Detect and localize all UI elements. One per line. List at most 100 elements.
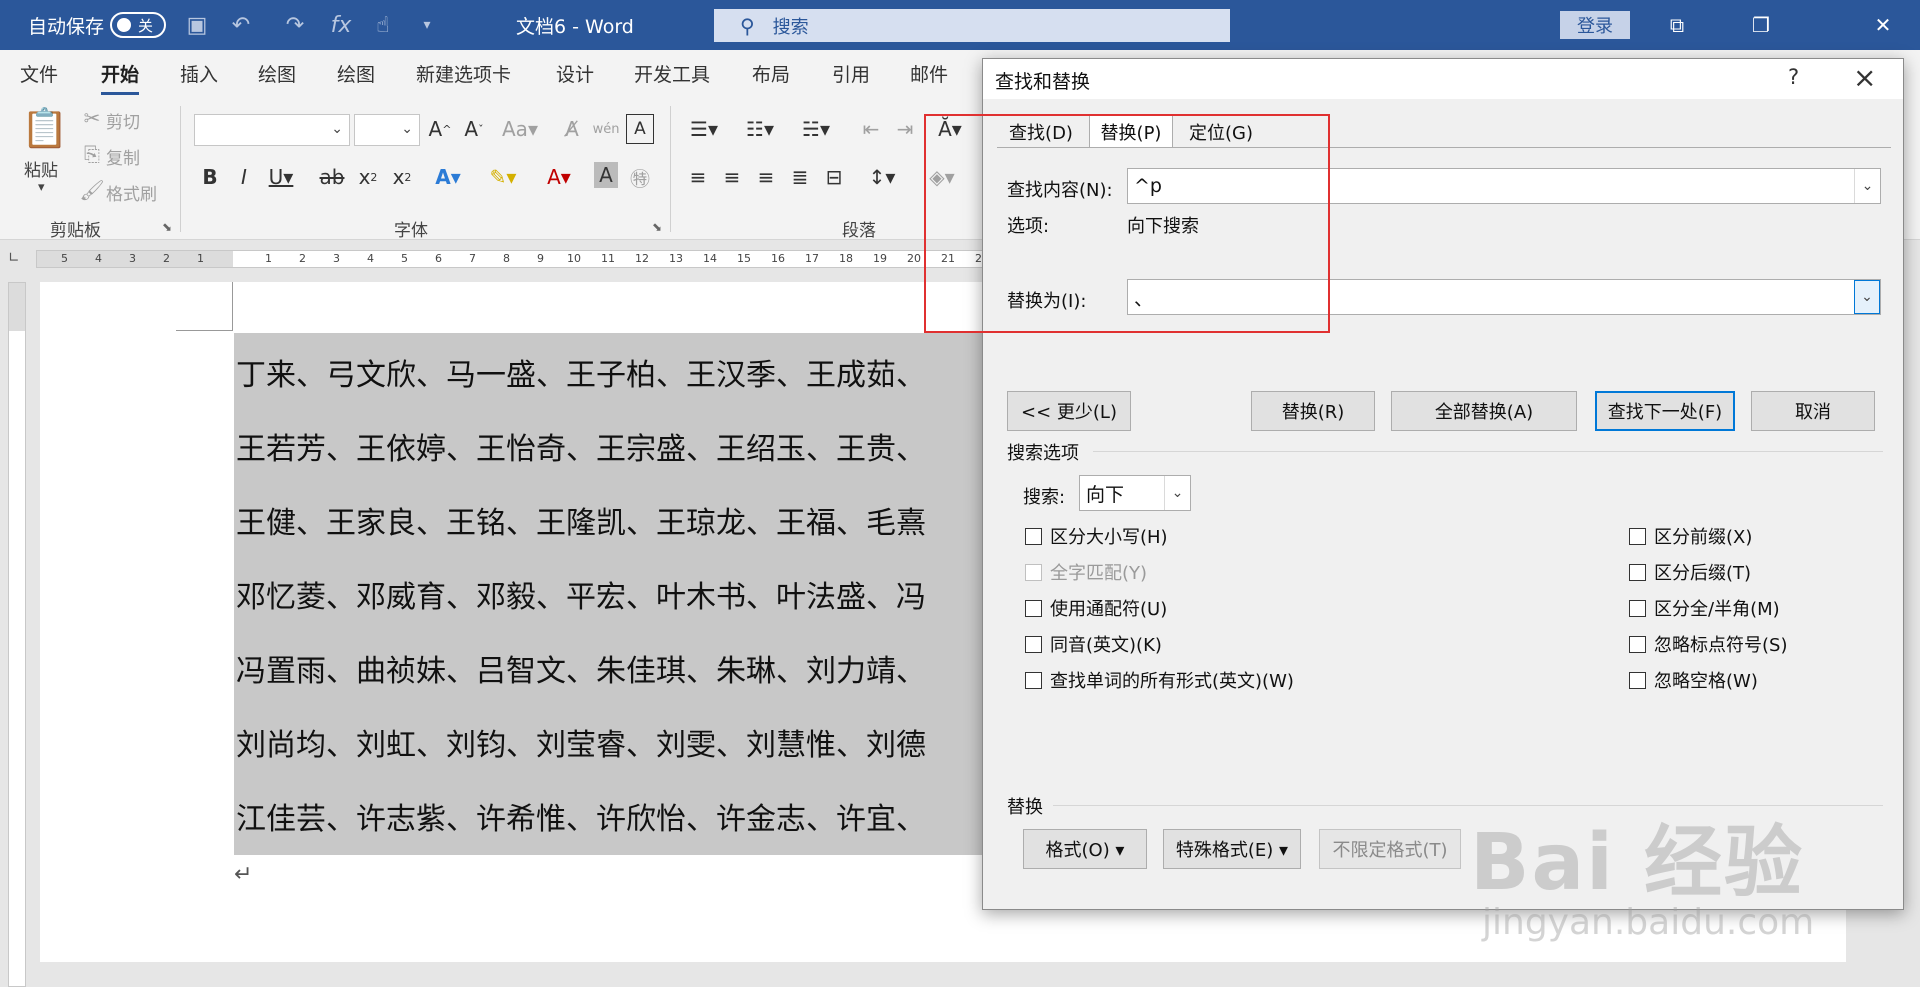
increase-indent-icon[interactable]: ⇥ (890, 114, 920, 144)
phonetic-guide-icon[interactable]: wén (592, 114, 620, 144)
find-next-button[interactable]: 查找下一处(F) (1595, 391, 1735, 431)
distributed-icon[interactable]: ⊟ (820, 162, 848, 192)
vertical-ruler[interactable] (8, 282, 26, 987)
tab-file[interactable]: 文件 (20, 60, 58, 87)
tab-design[interactable]: 设计 (556, 60, 594, 87)
font-size-box[interactable]: ⌄ (354, 114, 420, 146)
search-box[interactable]: ⚲ 搜索 (714, 9, 1230, 42)
login-button[interactable]: 登录 (1560, 11, 1630, 39)
format-painter-label[interactable]: 格式刷 (106, 180, 157, 205)
whole-word-checkbox[interactable]: 全字匹配(Y) (1025, 559, 1147, 585)
italic-icon[interactable]: I (232, 162, 256, 192)
grow-font-icon[interactable]: A ^ (426, 114, 454, 144)
character-shading-icon[interactable]: A (594, 162, 618, 188)
replace-all-button[interactable]: 全部替换(A) (1391, 391, 1577, 431)
tab-home[interactable]: 开始 (101, 60, 140, 95)
ignore-punctuation-checkbox[interactable]: 忽略标点符号(S) (1629, 631, 1787, 657)
autosave-toggle[interactable]: 关 (110, 12, 166, 38)
cancel-button[interactable]: 取消 (1751, 391, 1875, 431)
doc-line[interactable]: 王健、王家良、王铭、王隆凯、王琼龙、王福、毛熹 (236, 498, 992, 542)
tab-draw-2[interactable]: 绘图 (337, 60, 375, 87)
paste-dropdown-icon[interactable]: ▾ (38, 180, 45, 195)
character-border-icon[interactable]: A (626, 114, 654, 144)
doc-line[interactable]: 冯置雨、曲祯妹、吕智文、朱佳琪、朱琳、刘力靖、 (236, 646, 992, 690)
doc-line[interactable]: 刘尚均、刘虹、刘钧、刘莹睿、刘雯、刘慧惟、刘德 (236, 720, 992, 764)
cut-label[interactable]: 剪切 (106, 108, 140, 133)
font-name-box[interactable]: ⌄ (194, 114, 350, 146)
text-effects-icon[interactable]: A▾ (428, 162, 468, 192)
paste-label[interactable]: 粘贴 (24, 156, 58, 181)
match-prefix-checkbox[interactable]: 区分前缀(X) (1629, 523, 1752, 549)
touch-mode-icon[interactable]: ☝ (370, 12, 396, 38)
enclose-characters-icon[interactable]: ㊕ (626, 162, 654, 192)
copy-label[interactable]: 复制 (106, 144, 140, 169)
checkbox-box (1629, 635, 1646, 653)
tab-draw[interactable]: 绘图 (258, 60, 296, 87)
chevron-down-icon[interactable]: ⌄ (1854, 280, 1880, 314)
close-window-icon[interactable]: ✕ (1856, 0, 1910, 50)
tab-new[interactable]: 新建选项卡 (416, 60, 511, 87)
decrease-indent-icon[interactable]: ⇤ (856, 114, 886, 144)
no-formatting-button[interactable]: 不限定格式(T) (1319, 829, 1461, 869)
tab-mailings[interactable]: 邮件 (910, 60, 948, 87)
change-case-icon[interactable]: Aa▾ (500, 114, 540, 144)
clear-formatting-icon[interactable]: A̸ (558, 114, 586, 144)
multilevel-list-icon[interactable]: ☵▾ (794, 114, 838, 144)
chevron-down-icon[interactable]: ⌄ (1164, 476, 1190, 510)
tab-insert[interactable]: 插入 (180, 60, 218, 87)
line-spacing-icon[interactable]: ↕▾ (860, 162, 904, 192)
justify-icon[interactable]: ≣ (786, 162, 814, 192)
shrink-font-icon[interactable]: Aˇ (460, 114, 488, 144)
copy-icon[interactable]: ⎘ (80, 142, 104, 166)
wildcards-checkbox[interactable]: 使用通配符(U) (1025, 595, 1167, 621)
bold-icon[interactable]: B (198, 162, 222, 192)
special-button[interactable]: 特殊格式(E) ▾ (1163, 829, 1301, 869)
tab-layout[interactable]: 布局 (752, 60, 790, 87)
save-icon[interactable]: ▣ (184, 12, 210, 38)
underline-icon[interactable]: U▾ (264, 162, 298, 192)
doc-line[interactable]: 王若芳、王依婷、王怡奇、王宗盛、王绍玉、王贵、 (236, 424, 992, 468)
clipboard-launcher-icon[interactable]: ⬊ (162, 220, 172, 234)
font-launcher-icon[interactable]: ⬊ (652, 220, 662, 234)
ignore-whitespace-checkbox[interactable]: 忽略空格(W) (1629, 667, 1758, 693)
customize-qat-icon[interactable]: ▾ (414, 12, 440, 38)
format-button[interactable]: 格式(O) ▾ (1023, 829, 1147, 869)
sounds-like-checkbox[interactable]: 同音(英文)(K) (1025, 631, 1162, 657)
doc-line[interactable]: 丁来、弓文欣、马一盛、王子柏、王汉季、王成茹、 (236, 350, 992, 394)
superscript-icon[interactable]: x2 (388, 162, 416, 192)
redo-icon[interactable]: ↷ (282, 12, 308, 38)
all-word-forms-checkbox[interactable]: 查找单词的所有形式(英文)(W) (1025, 667, 1294, 693)
numbering-icon[interactable]: ☷▾ (738, 114, 782, 144)
font-color-icon[interactable]: A▾ (536, 162, 582, 192)
match-case-checkbox[interactable]: 区分大小写(H) (1025, 523, 1168, 549)
horizontal-ruler[interactable]: 5 4 3 2 1 1 2 3 4 5 6 7 8 9 10 11 12 13 … (36, 250, 1046, 268)
format-painter-icon[interactable]: 🖌 (79, 178, 104, 202)
doc-line[interactable]: 邓忆菱、邓威育、邓毅、平宏、叶木书、叶法盛、冯 (236, 572, 992, 616)
align-center-icon[interactable]: ≡ (718, 162, 746, 192)
less-button[interactable]: << 更少(L) (1007, 391, 1131, 431)
help-icon[interactable]: ? (1788, 65, 1799, 89)
restore-icon[interactable]: ❐ (1734, 0, 1788, 50)
undo-icon[interactable]: ↶ (228, 12, 254, 38)
close-icon[interactable]: × (1853, 61, 1876, 94)
chevron-down-icon[interactable]: ⌄ (1854, 169, 1880, 203)
match-suffix-checkbox[interactable]: 区分后缀(T) (1629, 559, 1751, 585)
search-direction-select[interactable]: 向下 ⌄ (1079, 475, 1191, 511)
strikethrough-icon[interactable]: ab (318, 162, 346, 192)
ribbon-display-icon[interactable]: ⧉ (1650, 0, 1704, 50)
align-left-icon[interactable]: ≡ (684, 162, 712, 192)
bullets-icon[interactable]: ☰▾ (682, 114, 726, 144)
cut-icon[interactable]: ✂ (80, 106, 104, 130)
tab-references[interactable]: 引用 (832, 60, 870, 87)
align-right-icon[interactable]: ≡ (752, 162, 780, 192)
tab-selector-icon[interactable]: ∟ (8, 250, 28, 270)
tab-developer[interactable]: 开发工具 (634, 60, 710, 87)
paste-icon[interactable]: 📋 (21, 104, 68, 152)
replace-button[interactable]: 替换(R) (1251, 391, 1375, 431)
subscript-icon[interactable]: x2 (354, 162, 382, 192)
doc-line[interactable]: 江佳芸、许志紫、许希惟、许欣怡、许金志、许宜、 (236, 794, 992, 838)
dialog-titlebar[interactable]: 查找和替换 ? × (983, 59, 1903, 99)
function-icon[interactable]: fx (328, 12, 354, 38)
highlight-color-icon[interactable]: ✎▾ (480, 162, 526, 192)
match-width-checkbox[interactable]: 区分全/半角(M) (1629, 595, 1780, 621)
